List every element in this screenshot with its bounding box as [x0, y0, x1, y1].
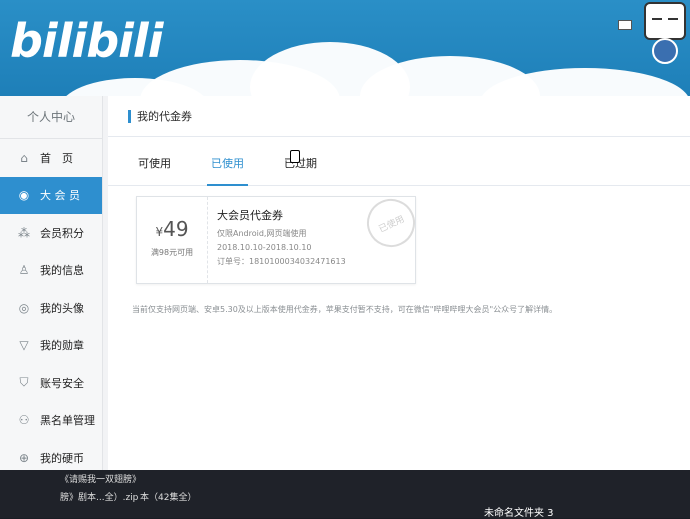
coupon-tabs: 可使用 已使用 已过期 [108, 137, 690, 186]
sidebar-item-info[interactable]: ♙ 我的信息 [0, 252, 102, 290]
page-title-text: 我的代金券 [137, 110, 192, 123]
points-icon: ⁂ [18, 225, 30, 240]
desktop-folder-label[interactable]: 未命名文件夹 3 [484, 504, 554, 519]
sidebar-item-security[interactable]: ⛉ 账号安全 [0, 364, 102, 402]
vip-icon: ◉ [18, 188, 30, 203]
mascot-22-icon [618, 2, 686, 64]
sidebar-item-label: 首 页 [40, 151, 73, 165]
sidebar-item-label: 大 会 员 [40, 189, 80, 203]
sidebar-item-label: 我的勋章 [40, 339, 84, 353]
sidebar-item-blacklist[interactable]: ⚇ 黑名单管理 [0, 402, 102, 440]
sidebar-item-label: 我的硬币 [40, 451, 84, 465]
blacklist-icon: ⚇ [18, 413, 30, 428]
task-file-1-line-1[interactable]: 《请赐我一双翅膀》 [60, 472, 141, 485]
coupon-details: 大会员代金券 仅限Android,网页端使用 2018.10.10-2018.1… [217, 207, 346, 271]
sidebar-item-label: 会员积分 [40, 226, 84, 240]
avatar-icon: ◎ [18, 300, 30, 315]
bilibili-logo[interactable]: bilibili [10, 14, 163, 68]
task-file-1-line-2[interactable]: 膀》剧本...全）.zip [60, 490, 138, 503]
sidebar-item-label: 黑名单管理 [40, 414, 95, 428]
main-panel: 我的代金券 可使用 已使用 已过期 ¥49 满98元可用 大会员代金券 仅限An… [108, 96, 690, 470]
sidebar-item-home[interactable]: ⌂ 首 页 [0, 139, 102, 177]
mouse-cursor-icon [290, 150, 300, 163]
page-title: 我的代金券 [108, 96, 690, 137]
coupon-validity: 2018.10.10-2018.10.10 [217, 243, 312, 252]
coupon-condition: 满98元可用 [150, 248, 194, 257]
coupon-amount-value: 49 [163, 217, 189, 241]
coupon-value-area: ¥49 满98元可用 [137, 197, 208, 283]
sidebar-item-avatar[interactable]: ◎ 我的头像 [0, 289, 102, 327]
sidebar-item-label: 我的信息 [40, 264, 84, 278]
coupon-scope: 仅限Android,网页端使用 [217, 229, 307, 238]
task-file-2[interactable]: 本（42集全） [140, 490, 196, 503]
title-accent-bar [128, 109, 131, 123]
user-info-icon: ♙ [18, 263, 30, 278]
sidebar-item-points[interactable]: ⁂ 会员积分 [0, 214, 102, 252]
sidebar-item-vip[interactable]: ◉ 大 会 员 [0, 176, 102, 214]
sidebar-item-coins[interactable]: ⊕ 我的硬币 [0, 439, 102, 470]
coin-icon: ⊕ [18, 450, 30, 465]
header-banner: bilibili [0, 0, 690, 96]
sidebar: 个人中心 ⌂ 首 页 ◉ 大 会 员 ⁂ 会员积分 ♙ 我的信息 ◎ 我的头像 … [0, 96, 103, 470]
sidebar-item-medal[interactable]: ▽ 我的勋章 [0, 327, 102, 365]
used-stamp: 已使用 [359, 191, 423, 255]
taskbar: 《请赐我一双翅膀》 膀》剧本...全）.zip 本（42集全） 未命名文件夹 3 [0, 470, 690, 519]
tab-available[interactable]: 可使用 [138, 155, 171, 185]
tab-used[interactable]: 已使用 [207, 155, 248, 186]
sidebar-title: 个人中心 [0, 96, 102, 139]
coupon-notice: 当前仅支持网页端、安卓5.30及以上版本使用代金券，苹果支付暂不支持，可在微信"… [132, 305, 558, 314]
coupon-currency: ¥ [155, 225, 164, 239]
coupon-order-number: 订单号：1810100034032471613 [217, 257, 346, 266]
coupon-card: ¥49 满98元可用 大会员代金券 仅限Android,网页端使用 2018.1… [136, 191, 423, 284]
coupon-amount: ¥49 [137, 217, 207, 241]
coupon-name: 大会员代金券 [217, 209, 283, 222]
sidebar-item-label: 账号安全 [40, 376, 84, 390]
screen: bilibili 个人中心 ⌂ 首 页 ◉ 大 会 员 ⁂ 会员积分 ♙ 我的信… [0, 0, 690, 470]
home-icon: ⌂ [20, 150, 28, 165]
medal-icon: ▽ [19, 338, 29, 353]
tab-expired[interactable]: 已过期 [284, 155, 317, 185]
shield-icon: ⛉ [19, 375, 29, 390]
sidebar-item-label: 我的头像 [40, 301, 84, 315]
